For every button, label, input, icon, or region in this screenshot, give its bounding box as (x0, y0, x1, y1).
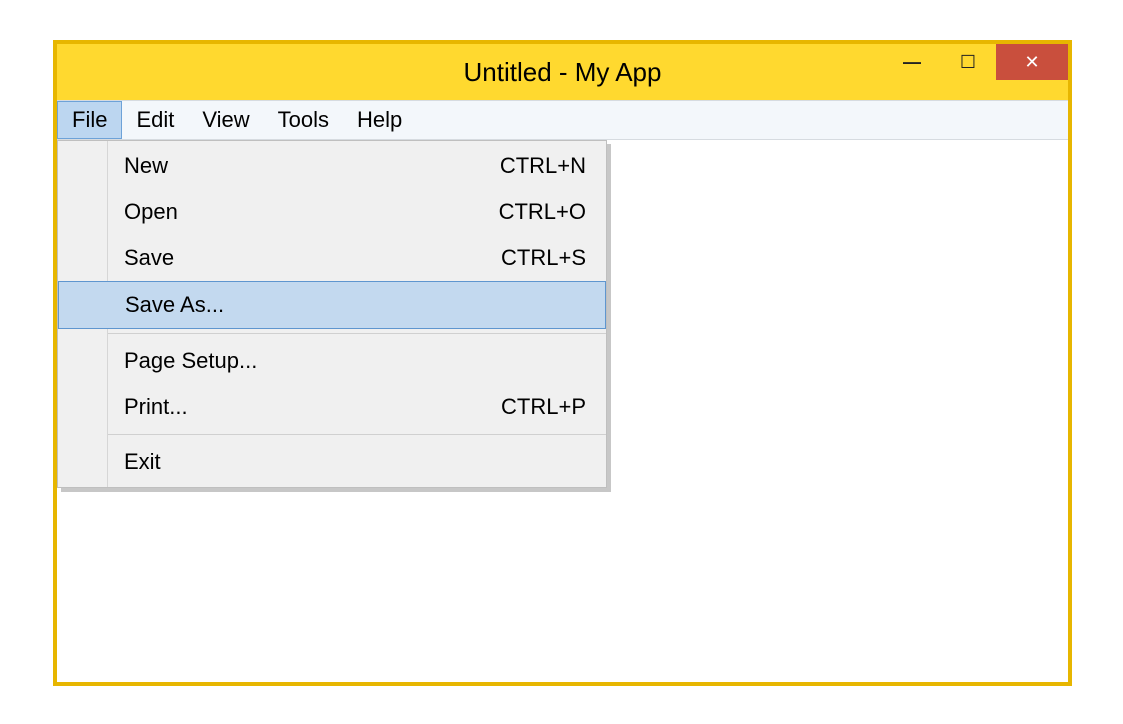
menu-view[interactable]: View (188, 101, 263, 139)
menu-label: View (202, 107, 249, 133)
menu-item-print[interactable]: Print... CTRL+P (108, 384, 606, 430)
menu-tools[interactable]: Tools (264, 101, 343, 139)
menu-edit[interactable]: Edit (122, 101, 188, 139)
menu-help[interactable]: Help (343, 101, 416, 139)
menu-label: File (72, 107, 107, 133)
minimize-icon: — (903, 52, 921, 73)
menu-item-label: Save (124, 245, 174, 271)
dropdown-list: New CTRL+N Open CTRL+O Save CTRL+S Save … (108, 141, 606, 487)
menu-item-shortcut: CTRL+O (499, 199, 586, 225)
menu-item-page-setup[interactable]: Page Setup... (108, 338, 606, 384)
app-window: Untitled - My App — ☐ ✕ File Edit View (53, 40, 1072, 686)
menu-item-label: Page Setup... (124, 348, 257, 374)
menu-label: Tools (278, 107, 329, 133)
window-title: Untitled - My App (464, 57, 662, 88)
menu-item-label: Save As... (125, 292, 224, 318)
titlebar[interactable]: Untitled - My App — ☐ ✕ (57, 44, 1068, 100)
menu-item-exit[interactable]: Exit (108, 439, 606, 485)
menu-label: Edit (136, 107, 174, 133)
menu-label: Help (357, 107, 402, 133)
menu-separator (108, 434, 606, 435)
maximize-icon: ☐ (960, 52, 976, 73)
close-button[interactable]: ✕ (996, 44, 1068, 80)
maximize-button[interactable]: ☐ (940, 44, 996, 80)
menu-file[interactable]: File (57, 101, 122, 139)
close-icon: ✕ (1024, 52, 1039, 73)
menu-item-label: Exit (124, 449, 161, 475)
menu-item-save[interactable]: Save CTRL+S (108, 235, 606, 281)
window-controls: — ☐ ✕ (884, 44, 1068, 80)
menu-item-shortcut: CTRL+S (501, 245, 586, 271)
menu-item-shortcut: CTRL+P (501, 394, 586, 420)
menu-item-label: Print... (124, 394, 188, 420)
menubar: File Edit View Tools Help (57, 100, 1068, 140)
menu-item-label: New (124, 153, 168, 179)
menu-item-save-as[interactable]: Save As... (108, 281, 606, 329)
menu-item-open[interactable]: Open CTRL+O (108, 189, 606, 235)
client-area: File Edit View Tools Help New CTR (57, 100, 1068, 682)
menu-separator (108, 333, 606, 334)
file-dropdown: New CTRL+N Open CTRL+O Save CTRL+S Save … (57, 140, 607, 488)
menu-item-label: Open (124, 199, 178, 225)
menu-item-new[interactable]: New CTRL+N (108, 143, 606, 189)
menu-item-shortcut: CTRL+N (500, 153, 586, 179)
minimize-button[interactable]: — (884, 44, 940, 80)
